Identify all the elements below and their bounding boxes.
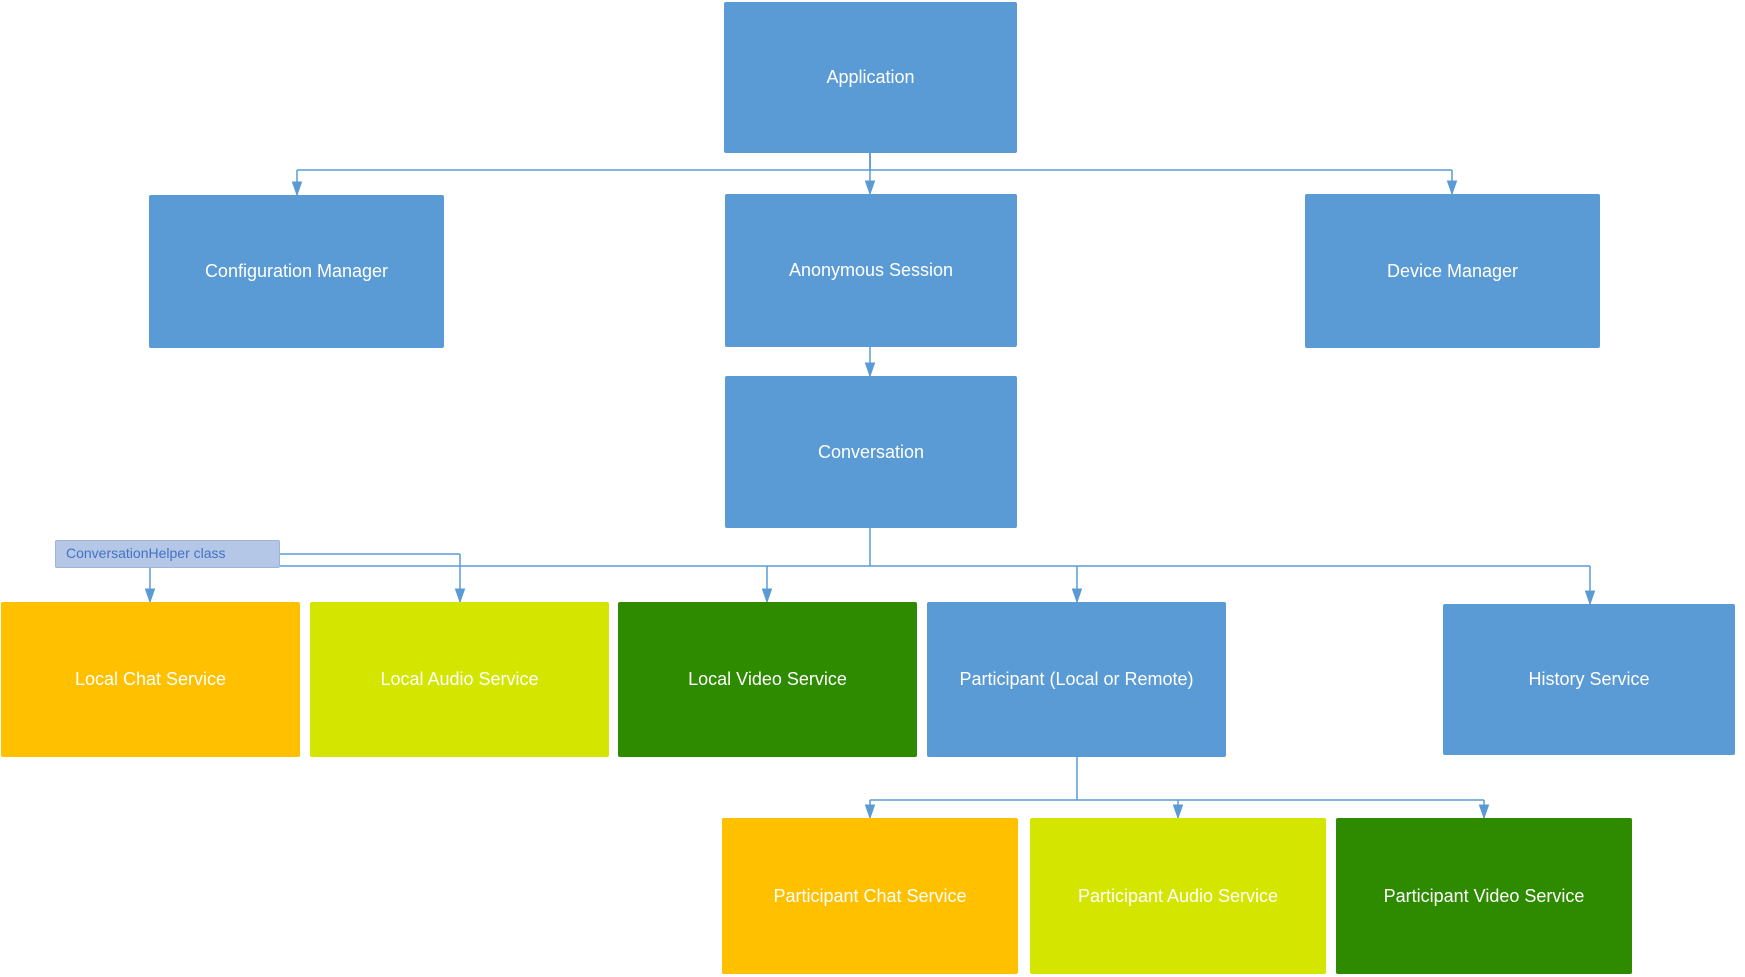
application-label: Application <box>826 67 914 88</box>
device-manager-label: Device Manager <box>1387 261 1518 282</box>
conversation-label: Conversation <box>818 442 924 463</box>
participant-video-service-box: Participant Video Service <box>1336 818 1632 974</box>
device-manager-box: Device Manager <box>1305 194 1600 348</box>
history-service-box: History Service <box>1443 604 1735 755</box>
local-video-service-label: Local Video Service <box>688 669 847 690</box>
anonymous-session-label: Anonymous Session <box>789 260 953 281</box>
conversation-helper-text: ConversationHelper class <box>66 545 226 561</box>
configuration-manager-box: Configuration Manager <box>149 195 444 348</box>
local-audio-service-label: Local Audio Service <box>380 669 538 690</box>
configuration-manager-label: Configuration Manager <box>205 261 388 282</box>
local-audio-service-box: Local Audio Service <box>310 602 609 757</box>
participant-chat-service-label: Participant Chat Service <box>773 886 966 907</box>
participant-chat-service-box: Participant Chat Service <box>722 818 1018 974</box>
local-video-service-box: Local Video Service <box>618 602 917 757</box>
participant-box: Participant (Local or Remote) <box>927 602 1226 757</box>
conversation-helper-label: ConversationHelper class <box>55 540 280 568</box>
anonymous-session-box: Anonymous Session <box>725 194 1017 347</box>
participant-label: Participant (Local or Remote) <box>959 669 1193 690</box>
participant-video-service-label: Participant Video Service <box>1384 886 1585 907</box>
participant-audio-service-label: Participant Audio Service <box>1078 886 1278 907</box>
local-chat-service-box: Local Chat Service <box>1 602 300 757</box>
diagram: Application Anonymous Session Configurat… <box>0 0 1745 977</box>
application-box: Application <box>724 2 1017 153</box>
local-chat-service-label: Local Chat Service <box>75 669 226 690</box>
conversation-box: Conversation <box>725 376 1017 528</box>
history-service-label: History Service <box>1528 669 1649 690</box>
participant-audio-service-box: Participant Audio Service <box>1030 818 1326 974</box>
